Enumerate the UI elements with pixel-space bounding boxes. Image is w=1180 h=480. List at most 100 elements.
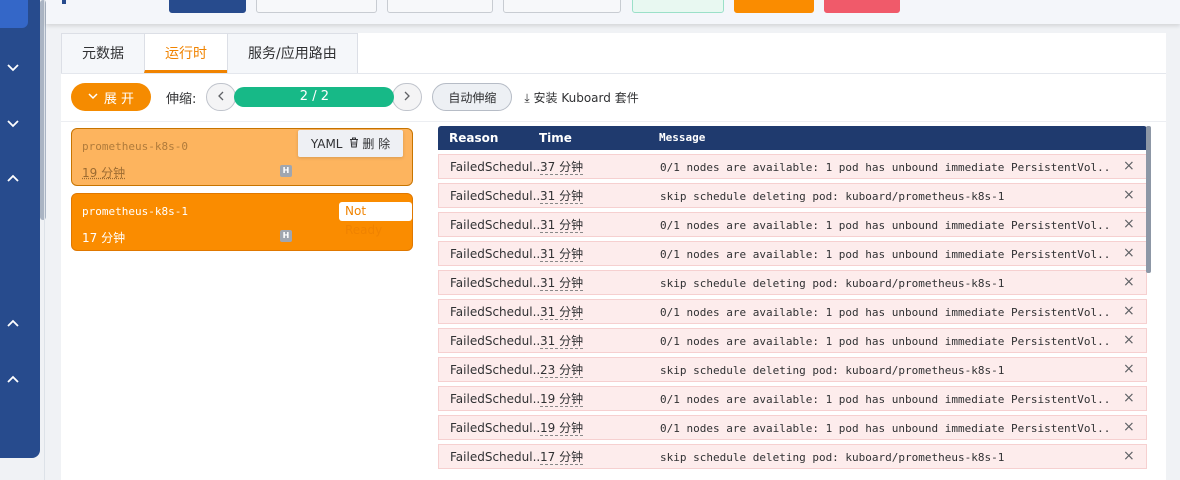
toolbar-button[interactable] <box>256 0 377 13</box>
event-row: FailedSchedul... 31 分钟 0/1 nodes are avail… <box>438 241 1147 266</box>
scale-decrease-button[interactable] <box>206 83 237 111</box>
toolbar-button[interactable] <box>632 0 724 13</box>
events-header: Reason Time Message <box>438 126 1147 150</box>
scale-label: 伸缩: <box>166 91 197 107</box>
event-row: FailedSchedul... 31 分钟 0/1 nodes are avail… <box>438 299 1147 324</box>
install-kuboard-link[interactable]: ⤓ 安装 Kuboard 套件 <box>524 89 638 106</box>
event-time: 17 分钟 <box>540 450 584 465</box>
close-icon[interactable]: × <box>1123 361 1135 377</box>
event-reason: FailedSchedul... <box>450 363 540 377</box>
close-icon[interactable]: × <box>1123 274 1135 290</box>
chevron-up-icon[interactable] <box>6 317 20 331</box>
event-time: 31 分钟 <box>540 189 584 204</box>
event-time: 23 分钟 <box>540 363 584 378</box>
close-icon[interactable]: × <box>1123 303 1135 319</box>
event-time: 31 分钟 <box>540 276 584 291</box>
event-reason: FailedSchedul... <box>450 160 540 174</box>
close-icon[interactable]: × <box>1123 245 1135 261</box>
event-message: skip schedule deleting pod: kuboard/prom… <box>660 190 1005 203</box>
toolbar-marker <box>62 0 66 4</box>
events-table: Reason Time Message FailedSchedul... 37 分… <box>438 126 1147 469</box>
delete-label: 删 除 <box>362 137 391 151</box>
expand-button[interactable]: 展 开 <box>71 83 151 111</box>
event-reason: FailedSchedul... <box>450 392 540 406</box>
toolbar-button[interactable] <box>824 0 900 13</box>
event-message: 0/1 nodes are available: 1 pod has unbou… <box>660 422 1108 435</box>
event-time: 31 分钟 <box>540 305 584 320</box>
chevron-up-icon[interactable] <box>6 172 20 186</box>
toolbar-button[interactable] <box>503 0 621 13</box>
close-icon[interactable]: × <box>1123 419 1135 435</box>
close-icon[interactable]: × <box>1123 448 1135 464</box>
chevron-down-icon[interactable] <box>6 116 20 130</box>
auto-scale-button[interactable]: 自动伸缩 <box>432 83 513 111</box>
pod-age: 17 分钟 <box>82 231 126 245</box>
event-message: skip schedule deleting pod: kuboard/prom… <box>660 364 1005 377</box>
yaml-button[interactable]: YAML <box>311 137 343 151</box>
pod-actions: YAML 删 除 <box>298 130 403 157</box>
pod-card[interactable]: prometheus-k8s-1 17 分钟 H Not Ready <box>71 193 413 251</box>
chevron-down-icon <box>88 90 98 105</box>
sidebar-scrollbar[interactable] <box>40 0 46 220</box>
close-icon[interactable]: × <box>1123 216 1135 232</box>
event-message: 0/1 nodes are available: 1 pod has unbou… <box>660 335 1108 348</box>
event-reason: FailedSchedul... <box>450 247 540 261</box>
scale-value: 2 / 2 <box>234 87 395 107</box>
column-reason: Reason <box>449 131 499 145</box>
chevron-left-icon <box>217 90 225 105</box>
status-badge: Not Ready <box>339 202 412 237</box>
event-row: FailedSchedul... 31 分钟 skip schedule delet… <box>438 270 1147 295</box>
tab-runtime[interactable]: 运行时 <box>144 33 228 73</box>
event-row: FailedSchedul... 17 分钟 skip schedule delet… <box>438 444 1147 469</box>
event-row: FailedSchedul... 31 分钟 skip schedule delet… <box>438 183 1147 208</box>
tab-service-routing[interactable]: 服务/应用路由 <box>227 33 358 73</box>
close-icon[interactable]: × <box>1123 332 1135 348</box>
close-icon[interactable]: × <box>1123 390 1135 406</box>
close-icon[interactable]: × <box>1123 158 1135 174</box>
event-row: FailedSchedul... 37 分钟 0/1 nodes are avail… <box>438 154 1147 179</box>
trash-icon <box>349 137 359 151</box>
event-message: 0/1 nodes are available: 1 pod has unbou… <box>660 219 1108 232</box>
event-message: skip schedule deleting pod: kuboard/prom… <box>660 451 1005 464</box>
event-reason: FailedSchedul... <box>450 189 540 203</box>
event-message: 0/1 nodes are available: 1 pod has unbou… <box>660 248 1108 261</box>
pod-name: prometheus-k8s-0 <box>82 140 188 153</box>
pod-age: 19 分钟 <box>82 166 126 180</box>
event-row: FailedSchedul... 19 分钟 0/1 nodes are avail… <box>438 415 1147 440</box>
top-toolbar <box>46 0 1180 24</box>
expand-label: 展 开 <box>103 91 135 107</box>
chevron-up-icon[interactable] <box>6 373 20 387</box>
sidebar-top-button[interactable] <box>0 0 28 28</box>
column-time: Time <box>539 131 572 145</box>
event-time: 31 分钟 <box>540 334 584 349</box>
event-reason: FailedSchedul... <box>450 305 540 319</box>
toolbar-button[interactable] <box>387 0 493 13</box>
column-message: Message <box>659 131 706 144</box>
event-reason: FailedSchedul... <box>450 450 540 464</box>
event-row: FailedSchedul... 31 分钟 0/1 nodes are avail… <box>438 212 1147 237</box>
scale-increase-button[interactable] <box>392 83 423 111</box>
events-body: FailedSchedul... 37 分钟 0/1 nodes are avail… <box>438 154 1147 469</box>
toolbar-button[interactable] <box>169 0 246 13</box>
event-message: skip schedule deleting pod: kuboard/prom… <box>660 277 1005 290</box>
download-icon: ⤓ <box>524 90 530 105</box>
event-time: 19 分钟 <box>540 421 584 436</box>
host-badge: H <box>280 165 292 177</box>
pod-card[interactable]: prometheus-k8s-0 19 分钟 H YAML 删 除 <box>71 128 413 186</box>
tab-metadata[interactable]: 元数据 <box>61 33 145 73</box>
toolbar-button[interactable] <box>734 0 814 13</box>
event-row: FailedSchedul... 31 分钟 0/1 nodes are avail… <box>438 328 1147 353</box>
close-icon[interactable]: × <box>1123 187 1135 203</box>
pod-name: prometheus-k8s-1 <box>82 205 188 218</box>
event-reason: FailedSchedul... <box>450 334 540 348</box>
event-time: 31 分钟 <box>540 218 584 233</box>
event-message: 0/1 nodes are available: 1 pod has unbou… <box>660 306 1108 319</box>
event-time: 19 分钟 <box>540 392 584 407</box>
chevron-down-icon[interactable] <box>6 60 20 74</box>
delete-button[interactable]: 删 除 <box>349 135 391 152</box>
events-scrollbar[interactable] <box>1146 126 1151 273</box>
event-time: 31 分钟 <box>540 247 584 262</box>
event-reason: FailedSchedul... <box>450 421 540 435</box>
tab-bar: 元数据 运行时 服务/应用路由 <box>61 33 358 73</box>
event-row: FailedSchedul... 23 分钟 skip schedule delet… <box>438 357 1147 382</box>
